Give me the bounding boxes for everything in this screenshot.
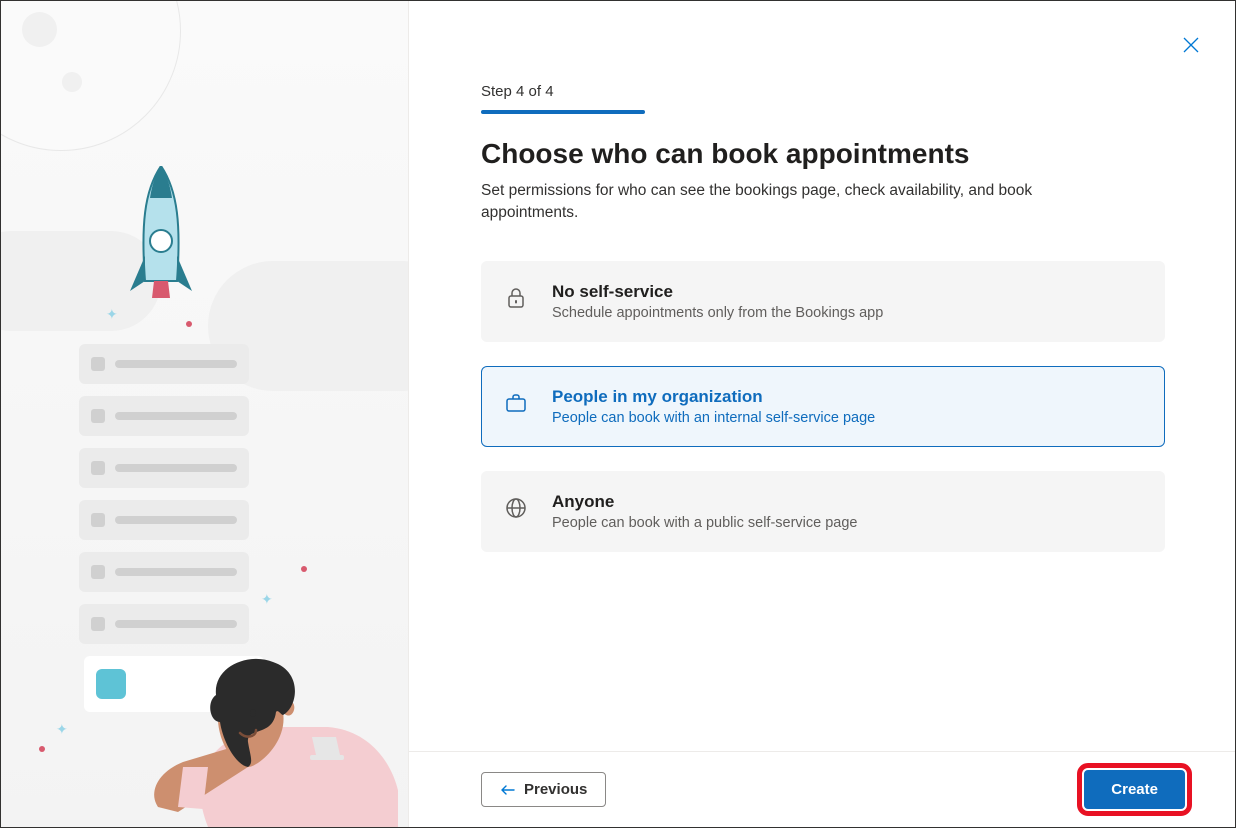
sparkle-icon: ✦ <box>56 721 68 738</box>
create-label: Create <box>1111 781 1158 798</box>
previous-button[interactable]: Previous <box>481 772 606 807</box>
globe-icon <box>504 496 528 520</box>
arrow-left-icon <box>500 782 516 798</box>
rocket-icon <box>126 166 196 311</box>
create-button[interactable]: Create <box>1084 770 1185 809</box>
content-panel: Step 4 of 4 Choose who can book appointm… <box>409 1 1235 827</box>
dot-decoration <box>39 746 45 752</box>
option-desc: Schedule appointments only from the Book… <box>552 305 1142 321</box>
step-indicator: Step 4 of 4 <box>481 83 1165 100</box>
option-people-in-org[interactable]: People in my organization People can boo… <box>481 366 1165 447</box>
previous-label: Previous <box>524 781 587 798</box>
moon-decoration <box>1 1 181 151</box>
option-title: People in my organization <box>552 387 1142 407</box>
list-item <box>79 448 249 488</box>
wizard-footer: Previous Create <box>409 751 1235 827</box>
dot-decoration <box>186 321 192 327</box>
close-button[interactable] <box>1175 29 1207 61</box>
person-illustration <box>98 567 398 827</box>
page-subtitle: Set permissions for who can see the book… <box>481 180 1121 225</box>
sparkle-icon: ✦ <box>106 306 118 323</box>
option-desc: People can book with an internal self-se… <box>552 410 1142 426</box>
briefcase-icon <box>504 391 528 415</box>
option-title: Anyone <box>552 492 1142 512</box>
lock-icon <box>504 286 528 310</box>
page-title: Choose who can book appointments <box>481 138 1165 170</box>
list-item <box>79 500 249 540</box>
list-item <box>79 344 249 384</box>
close-icon <box>1182 36 1200 54</box>
list-item <box>79 396 249 436</box>
wizard-modal: ✦ ✦ ✦ <box>0 0 1236 828</box>
option-title: No self-service <box>552 282 1142 302</box>
option-anyone[interactable]: Anyone People can book with a public sel… <box>481 471 1165 552</box>
option-no-self-service[interactable]: No self-service Schedule appointments on… <box>481 261 1165 342</box>
illustration-panel: ✦ ✦ ✦ <box>1 1 409 827</box>
progress-bar <box>481 110 645 114</box>
option-desc: People can book with a public self-servi… <box>552 515 1142 531</box>
